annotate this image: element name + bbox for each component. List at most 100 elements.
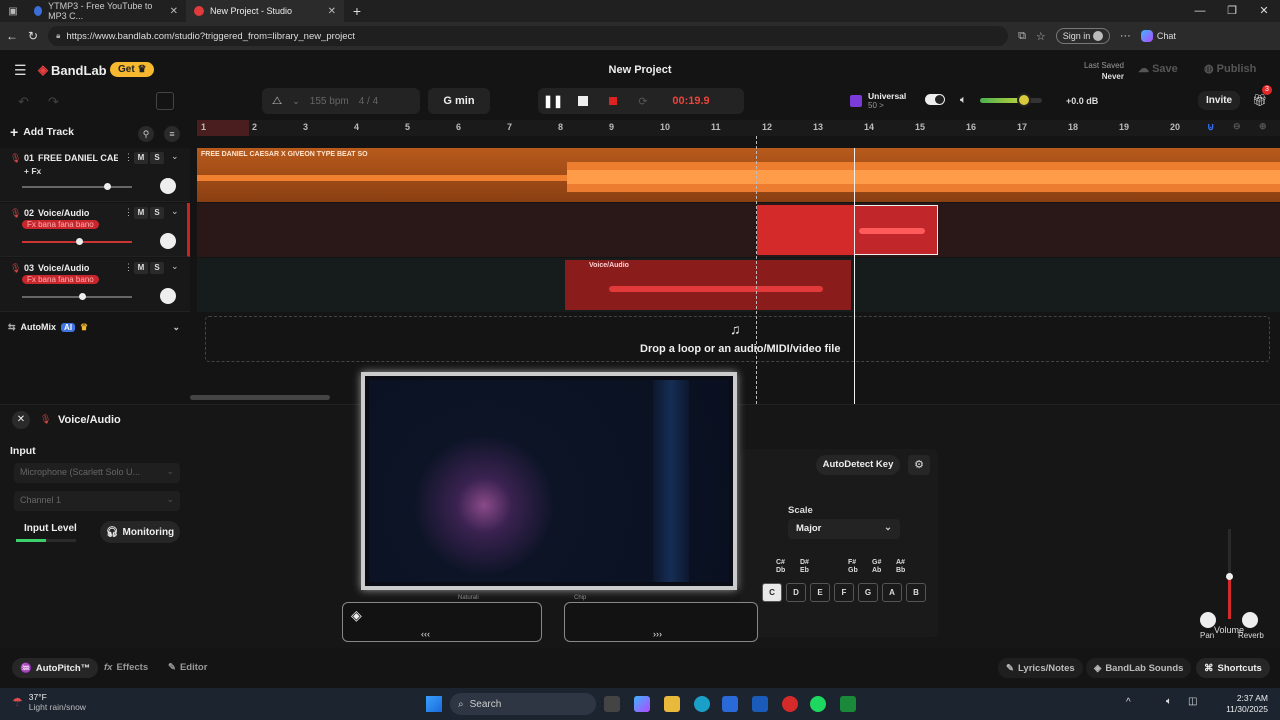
solo-button[interactable]: S bbox=[150, 207, 164, 219]
track-lane-3[interactable]: Voice/Audio bbox=[197, 258, 1280, 312]
track-lane-1[interactable]: FREE DANIEL CAESAR X GIVEON TYPE BEAT SO bbox=[197, 148, 1280, 202]
autopitch-tab[interactable]: ♒ AutoPitch™ bbox=[12, 658, 99, 678]
track-name[interactable]: FREE DANIEL CAES... bbox=[38, 153, 118, 163]
volume-icon[interactable]: 🔈︎ bbox=[1166, 696, 1172, 707]
drop-zone[interactable]: ♫ Drop a loop or an audio/MIDI/video fil… bbox=[205, 316, 1270, 362]
reverb-knob[interactable] bbox=[1242, 612, 1258, 628]
universal-preset[interactable]: Universal 50 > bbox=[850, 88, 922, 114]
sharp-key-button[interactable]: G# Ab bbox=[872, 559, 881, 575]
microphone-icon[interactable]: 🎙︎ bbox=[10, 263, 21, 274]
key-button-c[interactable]: C bbox=[762, 583, 782, 602]
get-membership-button[interactable]: Get ♛ bbox=[110, 62, 155, 77]
weather-widget[interactable]: ☂ 37°F Light rain/snow bbox=[12, 692, 86, 712]
minimize-icon[interactable]: — bbox=[1184, 0, 1216, 22]
gift-icon[interactable]: 🎁︎ bbox=[1252, 93, 1267, 107]
track-menu-icon[interactable]: ⋮ bbox=[124, 262, 133, 273]
taskbar-search[interactable]: ⌕ Search bbox=[450, 693, 596, 715]
track-volume-knob[interactable] bbox=[76, 238, 83, 245]
solo-button[interactable]: S bbox=[150, 152, 164, 164]
pan-knob[interactable] bbox=[1200, 612, 1216, 628]
copilot-icon[interactable] bbox=[634, 696, 650, 712]
save-button[interactable]: ☁ Save bbox=[1138, 62, 1178, 75]
edge-icon[interactable] bbox=[694, 696, 710, 712]
autodetect-key-button[interactable]: AutoDetect Key bbox=[816, 455, 900, 475]
new-tab-icon[interactable]: + bbox=[344, 3, 370, 19]
pause-button[interactable]: ❚❚ bbox=[538, 94, 568, 108]
sign-in-button[interactable]: Sign in bbox=[1055, 27, 1110, 45]
mute-button[interactable]: M bbox=[134, 262, 148, 274]
track-menu-icon[interactable]: ⋮ bbox=[124, 207, 133, 218]
playhead[interactable] bbox=[854, 148, 855, 404]
volume-fader[interactable] bbox=[1226, 529, 1233, 619]
add-fx-button[interactable]: + Fx bbox=[24, 166, 41, 176]
speaker-icon[interactable]: 🔈︎ bbox=[960, 94, 967, 107]
network-icon[interactable]: ◫ bbox=[1188, 696, 1197, 707]
mixer-toggle-icon[interactable] bbox=[156, 92, 174, 110]
sharp-key-button[interactable]: F# Gb bbox=[848, 559, 858, 575]
stop-button[interactable] bbox=[568, 96, 598, 106]
close-window-icon[interactable]: ✕ bbox=[1248, 0, 1280, 22]
microphone-icon[interactable]: 🎙︎ bbox=[10, 208, 21, 219]
track-volume-knob[interactable] bbox=[104, 183, 111, 190]
microphone-icon[interactable]: 🎙︎ bbox=[10, 153, 21, 164]
refresh-icon[interactable]: ↻ bbox=[28, 29, 38, 43]
sharp-key-button[interactable]: A# Bb bbox=[896, 559, 905, 575]
effects-tab[interactable]: fx Effects bbox=[104, 662, 148, 673]
track-lane-2[interactable] bbox=[197, 203, 1280, 257]
loop-button[interactable]: ⟳ bbox=[628, 95, 658, 108]
input-device-select[interactable]: Microphone (Scarlett Solo U... ⌄ bbox=[14, 463, 180, 483]
bpm-value[interactable]: 155 bpm bbox=[310, 96, 349, 107]
undo-icon[interactable]: ↶ bbox=[18, 94, 29, 110]
expand-chevron-icon[interactable]: ⌄ bbox=[171, 206, 179, 217]
track-header-3[interactable]: 🎙︎ 03 Voice/Audio ⋮ M S ⌄ Fx bana fana b… bbox=[0, 258, 190, 312]
spotify-icon[interactable] bbox=[810, 696, 826, 712]
copilot-chat-button[interactable]: Chat bbox=[1140, 30, 1176, 42]
more-icon[interactable]: ··· bbox=[1120, 30, 1131, 42]
maximize-icon[interactable]: ❐ bbox=[1216, 0, 1248, 22]
track-volume-slider[interactable] bbox=[22, 186, 132, 188]
extensions-icon[interactable]: ⧉ bbox=[1018, 30, 1026, 43]
windows-start-icon[interactable] bbox=[426, 696, 442, 712]
key-button-d[interactable]: D bbox=[786, 583, 806, 602]
fx-preset-tag[interactable]: Fx bana fana bano bbox=[22, 220, 99, 229]
tuning-fork-icon[interactable]: ⚲ bbox=[138, 126, 154, 142]
horizontal-scrollbar[interactable] bbox=[190, 395, 330, 400]
magnet-icon[interactable]: ⊍ bbox=[1207, 122, 1214, 133]
track-header-1[interactable]: 🎙︎ 01 FREE DANIEL CAES... ⋮ M S ⌄ + Fx bbox=[0, 148, 190, 202]
menu-icon[interactable]: ☰ bbox=[14, 62, 27, 79]
zoom-in-icon[interactable]: ⊕ bbox=[1259, 121, 1267, 132]
track-name[interactable]: Voice/Audio bbox=[38, 208, 89, 218]
key-selector[interactable]: G min bbox=[428, 88, 490, 114]
publish-button[interactable]: ◍ Publish bbox=[1204, 62, 1256, 75]
key-button-g[interactable]: G bbox=[858, 583, 878, 602]
url-field[interactable]: 🔒︎ https://www.bandlab.com/studio?trigge… bbox=[48, 26, 1009, 46]
channel-select[interactable]: Channel 1 ⌄ bbox=[14, 491, 180, 511]
metronome-icon[interactable]: ⧍ bbox=[272, 95, 282, 108]
sharp-key-button[interactable]: C# Db bbox=[776, 559, 785, 575]
expand-chevron-icon[interactable]: ⌄ bbox=[171, 151, 179, 162]
sliders-icon[interactable]: ⚙ bbox=[908, 455, 930, 475]
metronome-dropdown-icon[interactable]: ⌄ bbox=[292, 96, 300, 107]
favorites-icon[interactable]: ☆ bbox=[1036, 30, 1046, 43]
mute-button[interactable]: M bbox=[134, 207, 148, 219]
master-volume-slider[interactable] bbox=[980, 93, 1042, 107]
lyrics-notes-button[interactable]: ✎ Lyrics/Notes bbox=[998, 658, 1083, 678]
universal-toggle[interactable] bbox=[925, 94, 945, 105]
monitoring-button[interactable]: 🎧︎ Monitoring bbox=[100, 521, 180, 543]
pan-knob[interactable] bbox=[160, 233, 176, 249]
pan-knob[interactable] bbox=[160, 178, 176, 194]
timeline-ruler[interactable]: 1 2 3 4 5 6 7 8 9 10 11 12 13 14 15 16 17 18 19 20 ⊍ ⊖ ⊕ bbox=[197, 120, 1280, 136]
tab-studio[interactable]: New Project - Studio ✕ bbox=[186, 0, 344, 22]
add-track-button[interactable]: + Add Track bbox=[10, 124, 74, 140]
redo-icon[interactable]: ↷ bbox=[48, 94, 59, 110]
invite-button[interactable]: Invite bbox=[1198, 91, 1241, 110]
key-button-a[interactable]: A bbox=[882, 583, 902, 602]
tab-actions-icon[interactable]: ▣ bbox=[0, 6, 26, 17]
expand-chevron-icon[interactable]: ⌄ bbox=[171, 261, 179, 272]
sharp-key-button[interactable]: D# Eb bbox=[800, 559, 809, 575]
tab-ytmp3[interactable]: YTMP3 - Free YouTube to MP3 C... ✕ bbox=[26, 0, 186, 22]
close-tab-icon[interactable]: ✕ bbox=[328, 6, 336, 17]
audio-clip[interactable] bbox=[854, 205, 938, 255]
project-title[interactable]: New Project bbox=[600, 64, 680, 76]
tray-chevron-icon[interactable]: ^ bbox=[1126, 697, 1131, 708]
